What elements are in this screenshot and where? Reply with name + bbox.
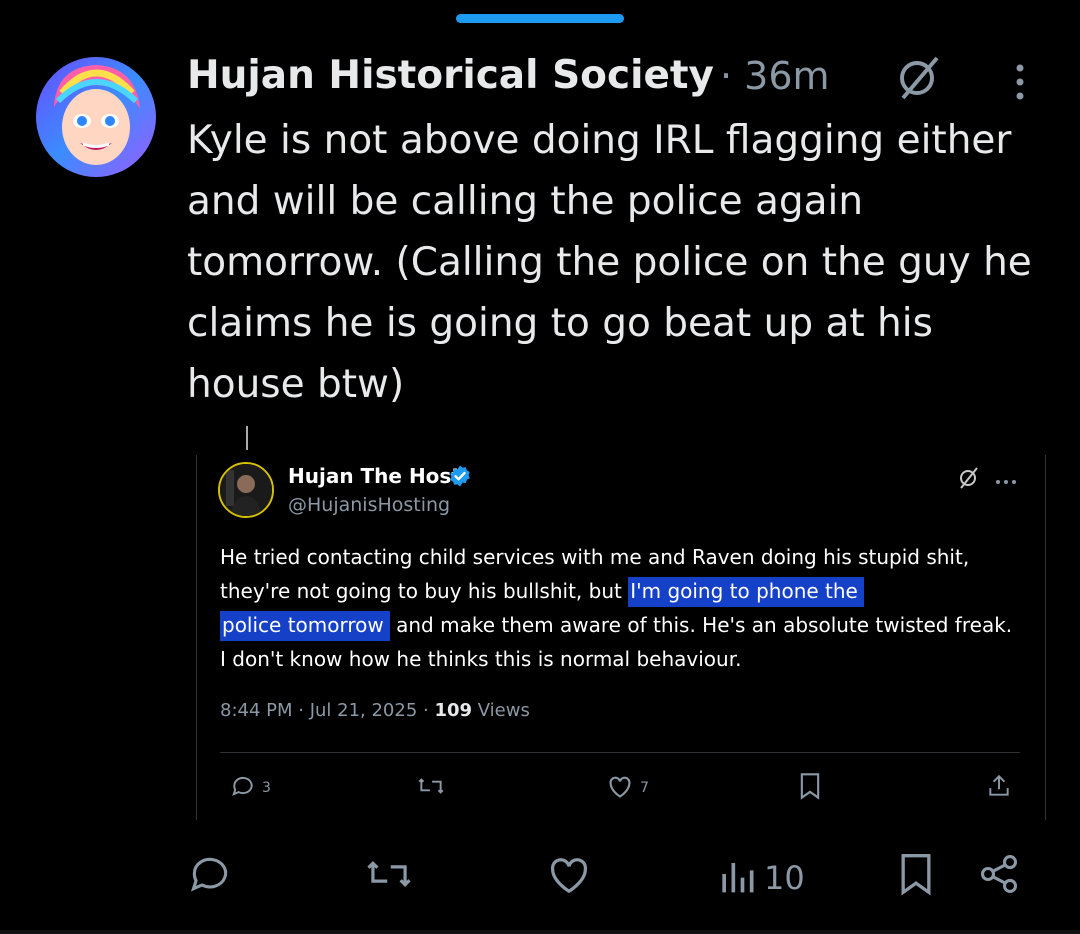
repost-button[interactable] (364, 850, 414, 906)
reply-icon (230, 773, 256, 803)
bookmark-icon (798, 772, 822, 804)
reply-button[interactable] (188, 850, 232, 906)
repost-icon (364, 852, 414, 904)
share-button[interactable] (976, 850, 1022, 906)
reply-count: 3 (262, 780, 271, 796)
divider (0, 930, 1080, 934)
grok-icon[interactable] (893, 54, 945, 102)
quote-views-count: 109 (434, 700, 473, 721)
divider (220, 752, 1020, 753)
quote-bookmark-button[interactable] (798, 770, 822, 806)
quote-timestamp[interactable]: 8:44 PM · Jul 21, 2025 · (220, 700, 434, 721)
author-avatar[interactable] (36, 57, 156, 177)
thread-line (246, 426, 248, 450)
quote-meta: 8:44 PM · Jul 21, 2025 · 109 Views (220, 700, 530, 721)
views-count: 10 (764, 859, 805, 897)
quote-author-name[interactable]: Hujan The Host (288, 464, 461, 488)
drag-handle[interactable] (456, 14, 624, 23)
quote-like-button[interactable]: 7 (606, 770, 649, 806)
quote-author-avatar[interactable] (218, 462, 274, 518)
like-icon (546, 852, 592, 904)
share-icon (976, 852, 1022, 904)
bookmark-icon (896, 852, 936, 904)
highlighted-text[interactable]: I'm going to phone the (628, 577, 864, 607)
views-icon (718, 852, 756, 904)
post-text: Kyle is not above doing IRL flagging eit… (187, 118, 1032, 407)
quote-reply-button[interactable]: 3 (230, 770, 271, 806)
highlighted-text[interactable]: police tomorrow (220, 611, 390, 641)
quote-author-handle[interactable]: @HujanisHosting (288, 494, 450, 516)
repost-icon (416, 773, 446, 803)
quote-grok-icon[interactable] (957, 466, 981, 490)
like-icon (606, 773, 634, 803)
more-icon[interactable] (1008, 62, 1032, 102)
quote-views-label: Views (472, 700, 530, 721)
verified-badge-icon (448, 464, 472, 488)
like-count: 7 (640, 780, 649, 796)
quote-repost-button[interactable] (416, 770, 446, 806)
quote-text: He tried contacting child services with … (220, 540, 1020, 676)
quote-more-icon[interactable] (994, 472, 1018, 484)
post-time[interactable]: · 36m (720, 52, 830, 100)
bookmark-button[interactable] (896, 850, 936, 906)
quote-action-bar: 3 7 (220, 770, 1020, 810)
quote-share-button[interactable] (986, 770, 1012, 806)
reply-icon (188, 852, 232, 904)
like-button[interactable] (546, 850, 592, 906)
views-button[interactable]: 10 (718, 850, 805, 906)
author-name[interactable]: Hujan Historical Society (187, 52, 714, 100)
post-action-bar: 10 (0, 850, 1080, 910)
share-icon (986, 773, 1012, 803)
